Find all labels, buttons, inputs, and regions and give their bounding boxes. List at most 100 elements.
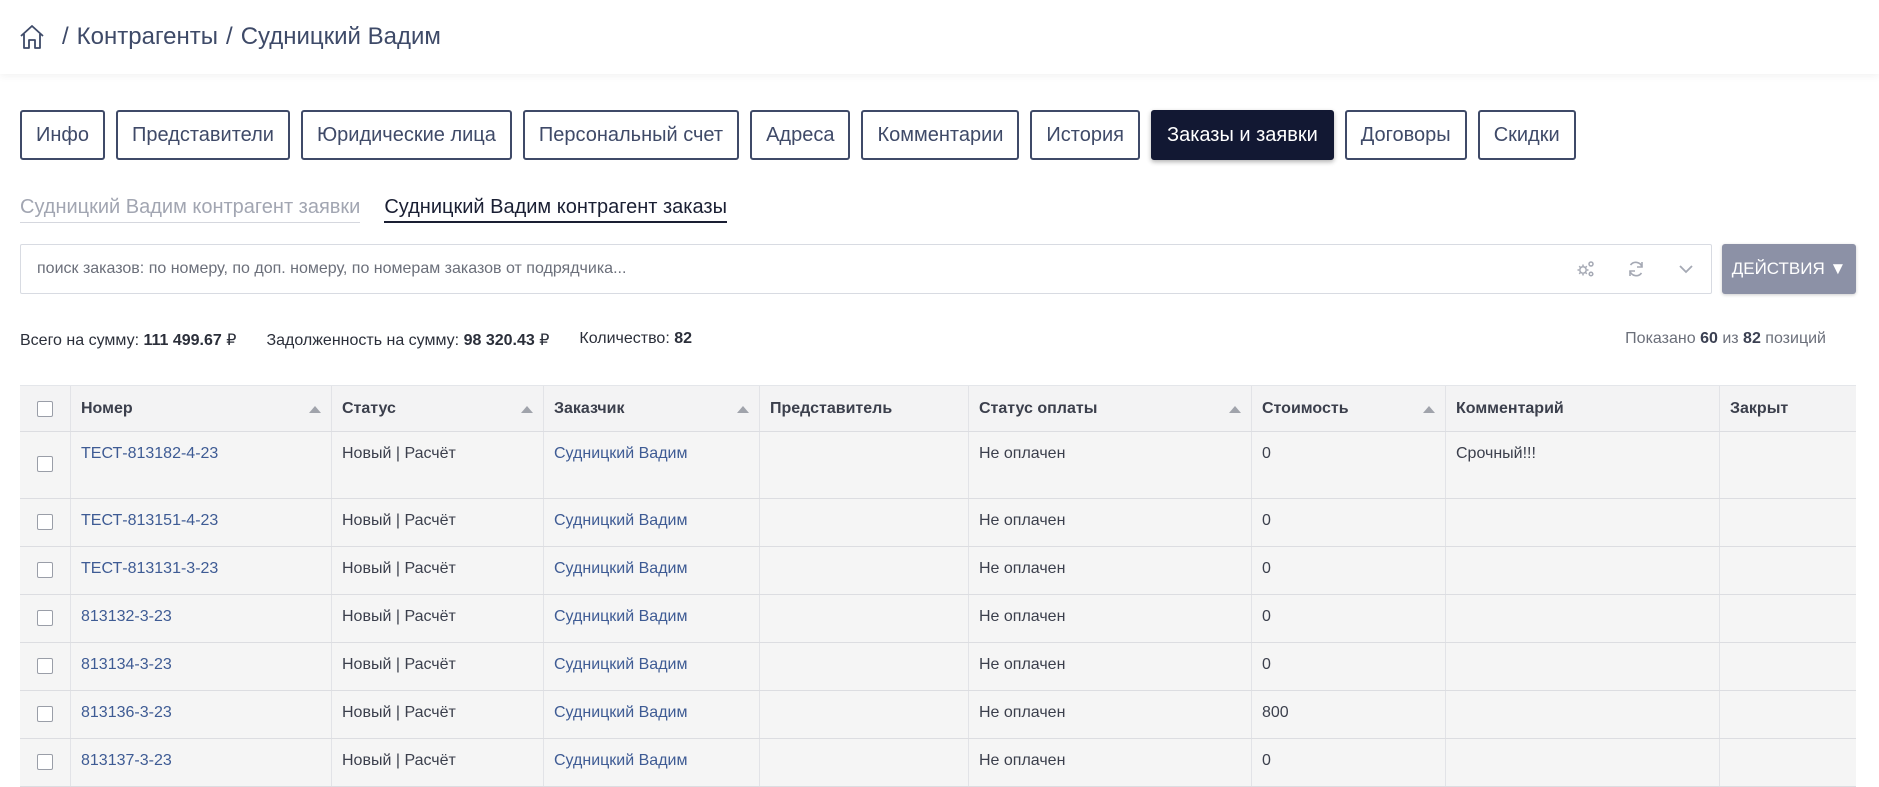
tab-history[interactable]: История bbox=[1030, 110, 1140, 160]
tab-addresses[interactable]: Адреса bbox=[750, 110, 851, 160]
cell-representative bbox=[760, 499, 969, 546]
order-number-link[interactable]: ТЕСТ-813131-3-23 bbox=[81, 560, 218, 577]
cell-cost: 0 bbox=[1252, 643, 1446, 690]
cell-comment bbox=[1446, 739, 1720, 786]
row-checkbox[interactable] bbox=[37, 706, 53, 722]
cell-closed bbox=[1720, 499, 1856, 546]
home-icon[interactable] bbox=[18, 23, 46, 51]
row-checkbox-cell bbox=[20, 499, 71, 546]
tab-orders-requests[interactable]: Заказы и заявки bbox=[1150, 110, 1334, 160]
cell-status: Новый | Расчёт bbox=[332, 595, 544, 642]
tab-personal-account[interactable]: Персональный счет bbox=[522, 110, 740, 160]
cell-customer: Судницкий Вадим bbox=[544, 691, 760, 738]
cell-customer: Судницкий Вадим bbox=[544, 499, 760, 546]
sort-icon[interactable] bbox=[1423, 405, 1435, 413]
row-checkbox[interactable] bbox=[37, 610, 53, 626]
cell-cost: 0 bbox=[1252, 739, 1446, 786]
filter-settings-icon[interactable] bbox=[1561, 245, 1611, 293]
cell-number: 813134-3-23 bbox=[71, 643, 332, 690]
row-checkbox[interactable] bbox=[37, 456, 53, 472]
subtab-orders[interactable]: Судницкий Вадим контрагент заказы bbox=[384, 196, 727, 223]
cell-status: Новый | Расчёт bbox=[332, 691, 544, 738]
row-checkbox-cell bbox=[20, 739, 71, 786]
row-checkbox[interactable] bbox=[37, 514, 53, 530]
tab-discounts[interactable]: Скидки bbox=[1477, 110, 1576, 160]
order-number-link[interactable]: ТЕСТ-813151-4-23 bbox=[81, 512, 218, 529]
row-checkbox[interactable] bbox=[37, 562, 53, 578]
sort-icon[interactable] bbox=[1229, 405, 1241, 413]
cell-representative bbox=[760, 739, 969, 786]
search-bar bbox=[20, 244, 1712, 294]
order-number-link[interactable]: ТЕСТ-813182-4-23 bbox=[81, 445, 218, 462]
cell-status: Новый | Расчёт bbox=[332, 547, 544, 594]
sort-icon[interactable] bbox=[737, 405, 749, 413]
table-row: 813136-3-23 Новый | Расчёт Судницкий Вад… bbox=[20, 691, 1856, 739]
cell-number: 813136-3-23 bbox=[71, 691, 332, 738]
cell-closed bbox=[1720, 739, 1856, 786]
subtab-requests[interactable]: Судницкий Вадим контрагент заявки bbox=[20, 196, 361, 223]
subtab-bar: Судницкий Вадим контрагент заявки Судниц… bbox=[20, 196, 751, 223]
breadcrumb-contractors[interactable]: Контрагенты bbox=[77, 23, 218, 51]
column-header-status[interactable]: Статус bbox=[332, 386, 544, 431]
refresh-icon[interactable] bbox=[1611, 245, 1661, 293]
sort-icon[interactable] bbox=[309, 405, 321, 413]
cell-comment: Срочный!!! bbox=[1446, 432, 1720, 498]
shown-count: Показано 60 из 82 позиций bbox=[1625, 330, 1826, 347]
cell-cost: 0 bbox=[1252, 595, 1446, 642]
column-header-customer[interactable]: Заказчик bbox=[544, 386, 760, 431]
column-header-cost[interactable]: Стоимость bbox=[1252, 386, 1446, 431]
row-checkbox-cell bbox=[20, 643, 71, 690]
summary-bar: Всего на сумму: 111 499.67 ₽ Задолженнос… bbox=[20, 330, 722, 350]
cell-status: Новый | Расчёт bbox=[332, 432, 544, 498]
tab-bar: Инфо Представители Юридические лица Перс… bbox=[20, 110, 1587, 160]
search-input[interactable] bbox=[21, 259, 1561, 279]
cell-payment-status: Не оплачен bbox=[969, 499, 1252, 546]
row-checkbox-cell bbox=[20, 595, 71, 642]
cell-cost: 0 bbox=[1252, 499, 1446, 546]
cell-number: ТЕСТ-813131-3-23 bbox=[71, 547, 332, 594]
cell-payment-status: Не оплачен bbox=[969, 739, 1252, 786]
order-number-link[interactable]: 813134-3-23 bbox=[81, 656, 172, 673]
order-number-link[interactable]: 813132-3-23 bbox=[81, 608, 172, 625]
cell-status: Новый | Расчёт bbox=[332, 739, 544, 786]
customer-link[interactable]: Судницкий Вадим bbox=[554, 512, 687, 529]
orders-table: Номер Статус Заказчик Представитель Стат… bbox=[20, 385, 1856, 787]
sort-icon[interactable] bbox=[521, 405, 533, 413]
customer-link[interactable]: Судницкий Вадим bbox=[554, 656, 687, 673]
tab-legal-entities[interactable]: Юридические лица bbox=[300, 110, 512, 160]
row-checkbox[interactable] bbox=[37, 754, 53, 770]
cell-customer: Судницкий Вадим bbox=[544, 547, 760, 594]
cell-closed bbox=[1720, 432, 1856, 498]
tab-representatives[interactable]: Представители bbox=[116, 110, 290, 160]
customer-link[interactable]: Судницкий Вадим bbox=[554, 704, 687, 721]
customer-link[interactable]: Судницкий Вадим bbox=[554, 445, 687, 462]
page-header: / Контрагенты / Судницкий Вадим bbox=[0, 0, 1879, 74]
breadcrumb-separator: / bbox=[226, 23, 233, 50]
cell-representative bbox=[760, 432, 969, 498]
customer-link[interactable]: Судницкий Вадим bbox=[554, 608, 687, 625]
column-header-number[interactable]: Номер bbox=[71, 386, 332, 431]
cell-representative bbox=[760, 643, 969, 690]
table-row: ТЕСТ-813151-4-23 Новый | Расчёт Судницки… bbox=[20, 499, 1856, 547]
column-header-payment-status[interactable]: Статус оплаты bbox=[969, 386, 1252, 431]
tab-info[interactable]: Инфо bbox=[20, 110, 105, 160]
table-row: 813134-3-23 Новый | Расчёт Судницкий Вад… bbox=[20, 643, 1856, 691]
order-number-link[interactable]: 813137-3-23 bbox=[81, 752, 172, 769]
cell-status: Новый | Расчёт bbox=[332, 643, 544, 690]
customer-link[interactable]: Судницкий Вадим bbox=[554, 560, 687, 577]
tab-contracts[interactable]: Договоры bbox=[1344, 110, 1467, 160]
actions-button[interactable]: ДЕЙСТВИЯ ▼ bbox=[1722, 244, 1856, 294]
chevron-down-icon[interactable] bbox=[1661, 245, 1711, 293]
tab-comments[interactable]: Комментарии bbox=[861, 110, 1020, 160]
select-all-checkbox[interactable] bbox=[37, 400, 53, 417]
cell-payment-status: Не оплачен bbox=[969, 691, 1252, 738]
row-checkbox[interactable] bbox=[37, 658, 53, 674]
cell-customer: Судницкий Вадим bbox=[544, 643, 760, 690]
customer-link[interactable]: Судницкий Вадим bbox=[554, 752, 687, 769]
cell-comment bbox=[1446, 499, 1720, 546]
column-header-representative: Представитель bbox=[760, 386, 969, 431]
column-header-closed: Закрыт bbox=[1730, 399, 1789, 417]
order-number-link[interactable]: 813136-3-23 bbox=[81, 704, 172, 721]
cell-comment bbox=[1446, 643, 1720, 690]
breadcrumb-separator: / bbox=[62, 23, 69, 50]
